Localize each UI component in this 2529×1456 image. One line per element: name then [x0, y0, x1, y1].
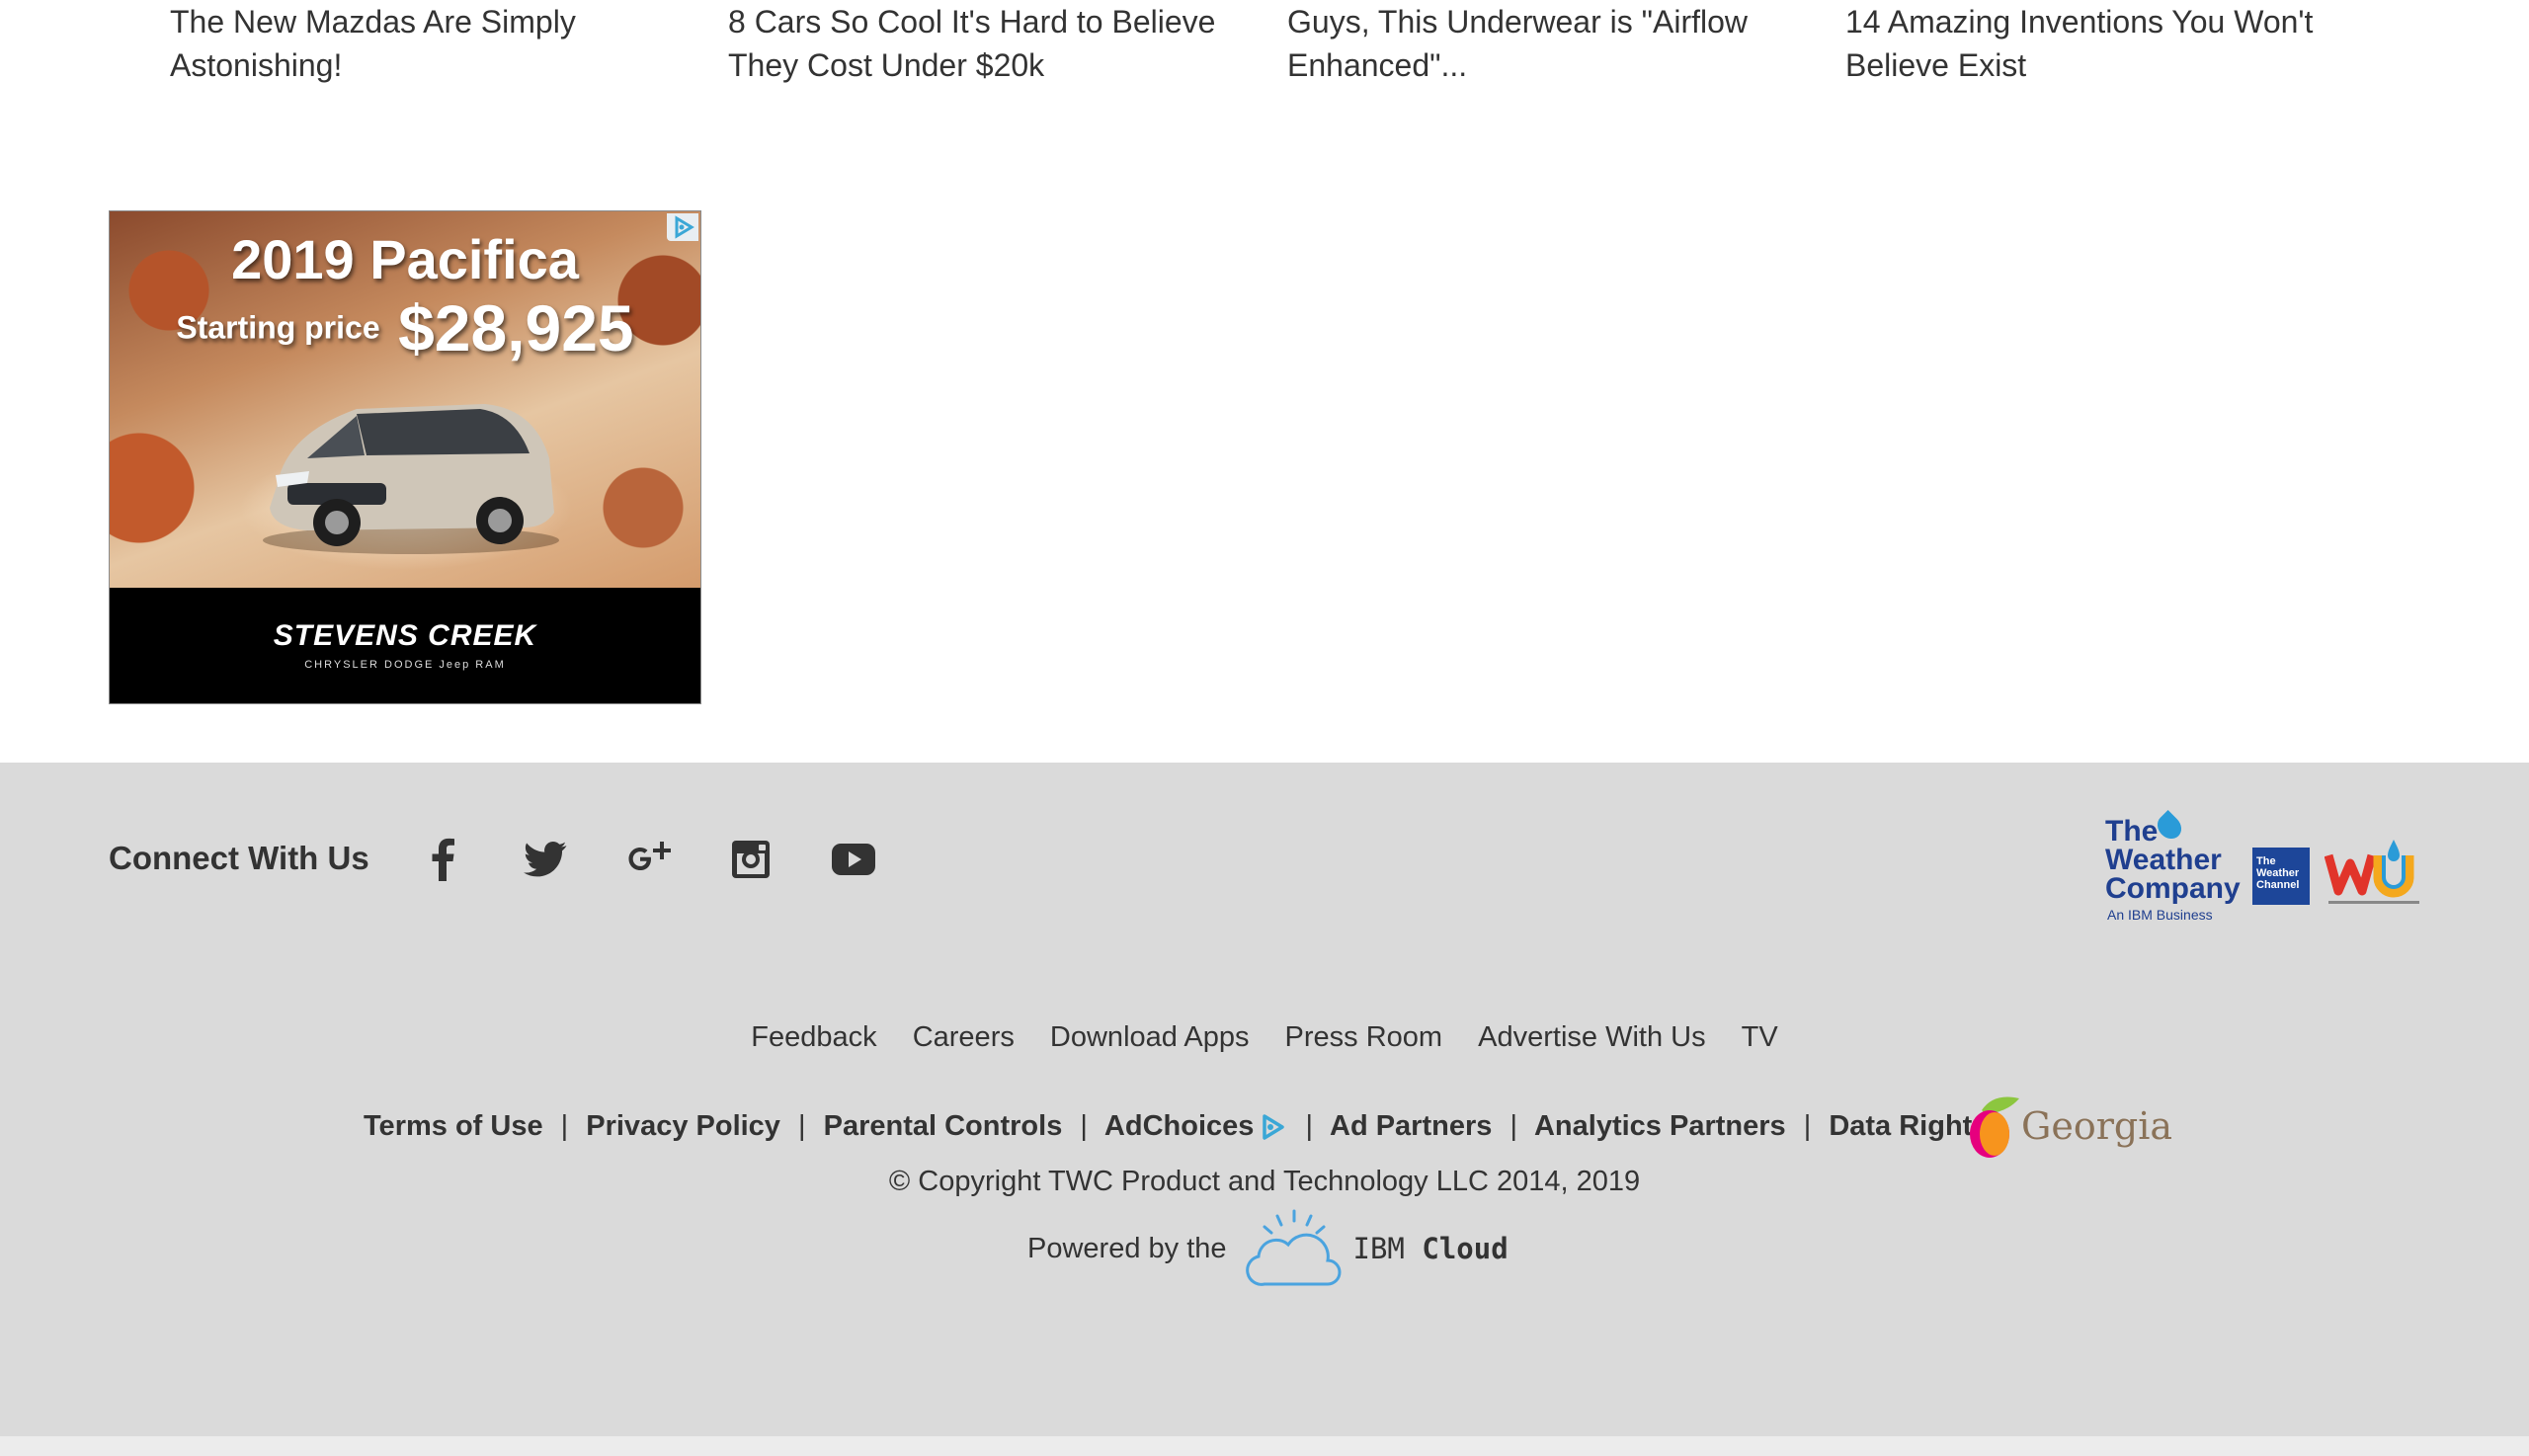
ad-price-row: Starting price $28,925 — [110, 290, 700, 365]
site-footer: Connect With Us The Weather Company An I… — [0, 763, 2529, 1436]
link-separator: | — [1080, 1110, 1088, 1142]
georgia-logo-text: Georgia — [2021, 1104, 2173, 1148]
ibm-label: IBM — [1352, 1232, 1405, 1265]
story-title-line: Believe Exist — [1845, 47, 2027, 83]
brand-logos: The Weather Company An IBM Business The … — [2102, 810, 2428, 930]
careers-link[interactable]: Careers — [913, 1021, 1015, 1054]
analytics-partners-link[interactable]: Analytics Partners — [1534, 1110, 1786, 1142]
georgia-logo[interactable]: Georgia — [1964, 1089, 2172, 1168]
ad-title: 2019 Pacifica — [231, 228, 579, 290]
story-link[interactable]: 8 Cars So Cool It's Hard to Believe They… — [728, 0, 1242, 87]
copyright-text: © Copyright TWC Product and Technology L… — [888, 1166, 1641, 1197]
link-separator: | — [1509, 1110, 1517, 1142]
twc-logo-line: Weather — [2105, 844, 2222, 876]
weather-channel-line: The — [2256, 855, 2276, 867]
powered-by-label: Powered by the — [1027, 1232, 1227, 1264]
powered-by-ibm-cloud: Powered by the IBM Cloud — [1027, 1209, 1509, 1288]
story-link[interactable]: 14 Amazing Inventions You Won't Believe … — [1845, 0, 2359, 87]
tv-link[interactable]: TV — [1742, 1021, 1778, 1054]
ibm-cloud-icon — [1245, 1209, 1342, 1286]
adchoices-link[interactable]: AdChoices — [1104, 1110, 1287, 1142]
download-apps-link[interactable]: Download Apps — [1050, 1021, 1250, 1054]
link-separator: | — [798, 1110, 806, 1142]
weather-channel-line: Weather — [2256, 867, 2300, 879]
pacifica-ad[interactable]: 2019 Pacifica Starting price $28,925 STE… — [109, 210, 701, 704]
link-separator: | — [1803, 1110, 1812, 1142]
adchoices-triangle-icon — [1263, 1114, 1285, 1141]
twc-logo-line: Company — [2105, 872, 2241, 905]
weather-underground-logo[interactable] — [2325, 834, 2423, 913]
weather-channel-line: Channel — [2256, 879, 2300, 891]
adchoices-label: AdChoices — [1103, 1110, 1255, 1142]
story-title-line: The New Mazdas Are Simply — [170, 4, 576, 40]
recommended-stories: The New Mazdas Are Simply Astonishing! 8… — [0, 0, 2529, 99]
youtube-icon[interactable] — [828, 834, 879, 885]
peach-icon — [1970, 1096, 2019, 1158]
twitter-icon[interactable] — [520, 834, 571, 885]
press-room-link[interactable]: Press Room — [1285, 1021, 1443, 1054]
instagram-icon[interactable] — [725, 834, 776, 885]
story-title-line: 14 Amazing Inventions You Won't — [1845, 4, 2314, 40]
story-title-line: Enhanced"... — [1287, 47, 1468, 83]
ad-partners-link[interactable]: Ad Partners — [1330, 1110, 1492, 1142]
cloud-label: Cloud — [1422, 1232, 1509, 1265]
connect-with-us-label: Connect With Us — [109, 840, 369, 876]
story-title-line: They Cost Under $20k — [728, 47, 1045, 83]
advertise-link[interactable]: Advertise With Us — [1478, 1021, 1705, 1054]
twc-logo-subtitle: An IBM Business — [2107, 907, 2213, 923]
facebook-icon[interactable] — [417, 834, 468, 885]
parental-controls-link[interactable]: Parental Controls — [824, 1110, 1063, 1142]
privacy-policy-link[interactable]: Privacy Policy — [586, 1110, 780, 1142]
link-separator: | — [560, 1110, 569, 1142]
google-plus-icon[interactable] — [622, 834, 674, 885]
feedback-link[interactable]: Feedback — [751, 1021, 876, 1054]
story-title-line: Astonishing! — [170, 47, 343, 83]
terms-of-use-link[interactable]: Terms of Use — [364, 1110, 543, 1142]
ad-brand-logos: CHRYSLER DODGE Jeep RAM — [304, 659, 506, 671]
story-title-line: Guys, This Underwear is "Airflow — [1287, 4, 1749, 40]
ad-price: $28,925 — [398, 291, 634, 364]
link-separator: | — [1305, 1110, 1314, 1142]
ad-price-label: Starting price — [176, 309, 380, 346]
ad-dealer-bar: STEVENS CREEK CHRYSLER DODGE Jeep RAM — [110, 588, 700, 703]
story-link[interactable]: Guys, This Underwear is "Airflow Enhance… — [1287, 0, 1801, 87]
the-weather-company-logo[interactable]: The Weather Company An IBM Business — [2102, 810, 2241, 930]
legal-links: Terms of Use | Privacy Policy | Parental… — [364, 1110, 1988, 1143]
ad-dealer-name: STEVENS CREEK — [273, 619, 537, 652]
story-link[interactable]: The New Mazdas Are Simply Astonishing! — [170, 0, 684, 87]
story-title-line: 8 Cars So Cool It's Hard to Believe — [728, 4, 1216, 40]
footer-links: Feedback Careers Download Apps Press Roo… — [0, 1021, 2529, 1054]
the-weather-channel-logo[interactable]: The Weather Channel — [2252, 848, 2310, 905]
minivan-image — [263, 404, 559, 554]
page-bottom-strip — [0, 1436, 2529, 1456]
ibm-cloud-wordmark: IBM Cloud — [1353, 1232, 1509, 1265]
